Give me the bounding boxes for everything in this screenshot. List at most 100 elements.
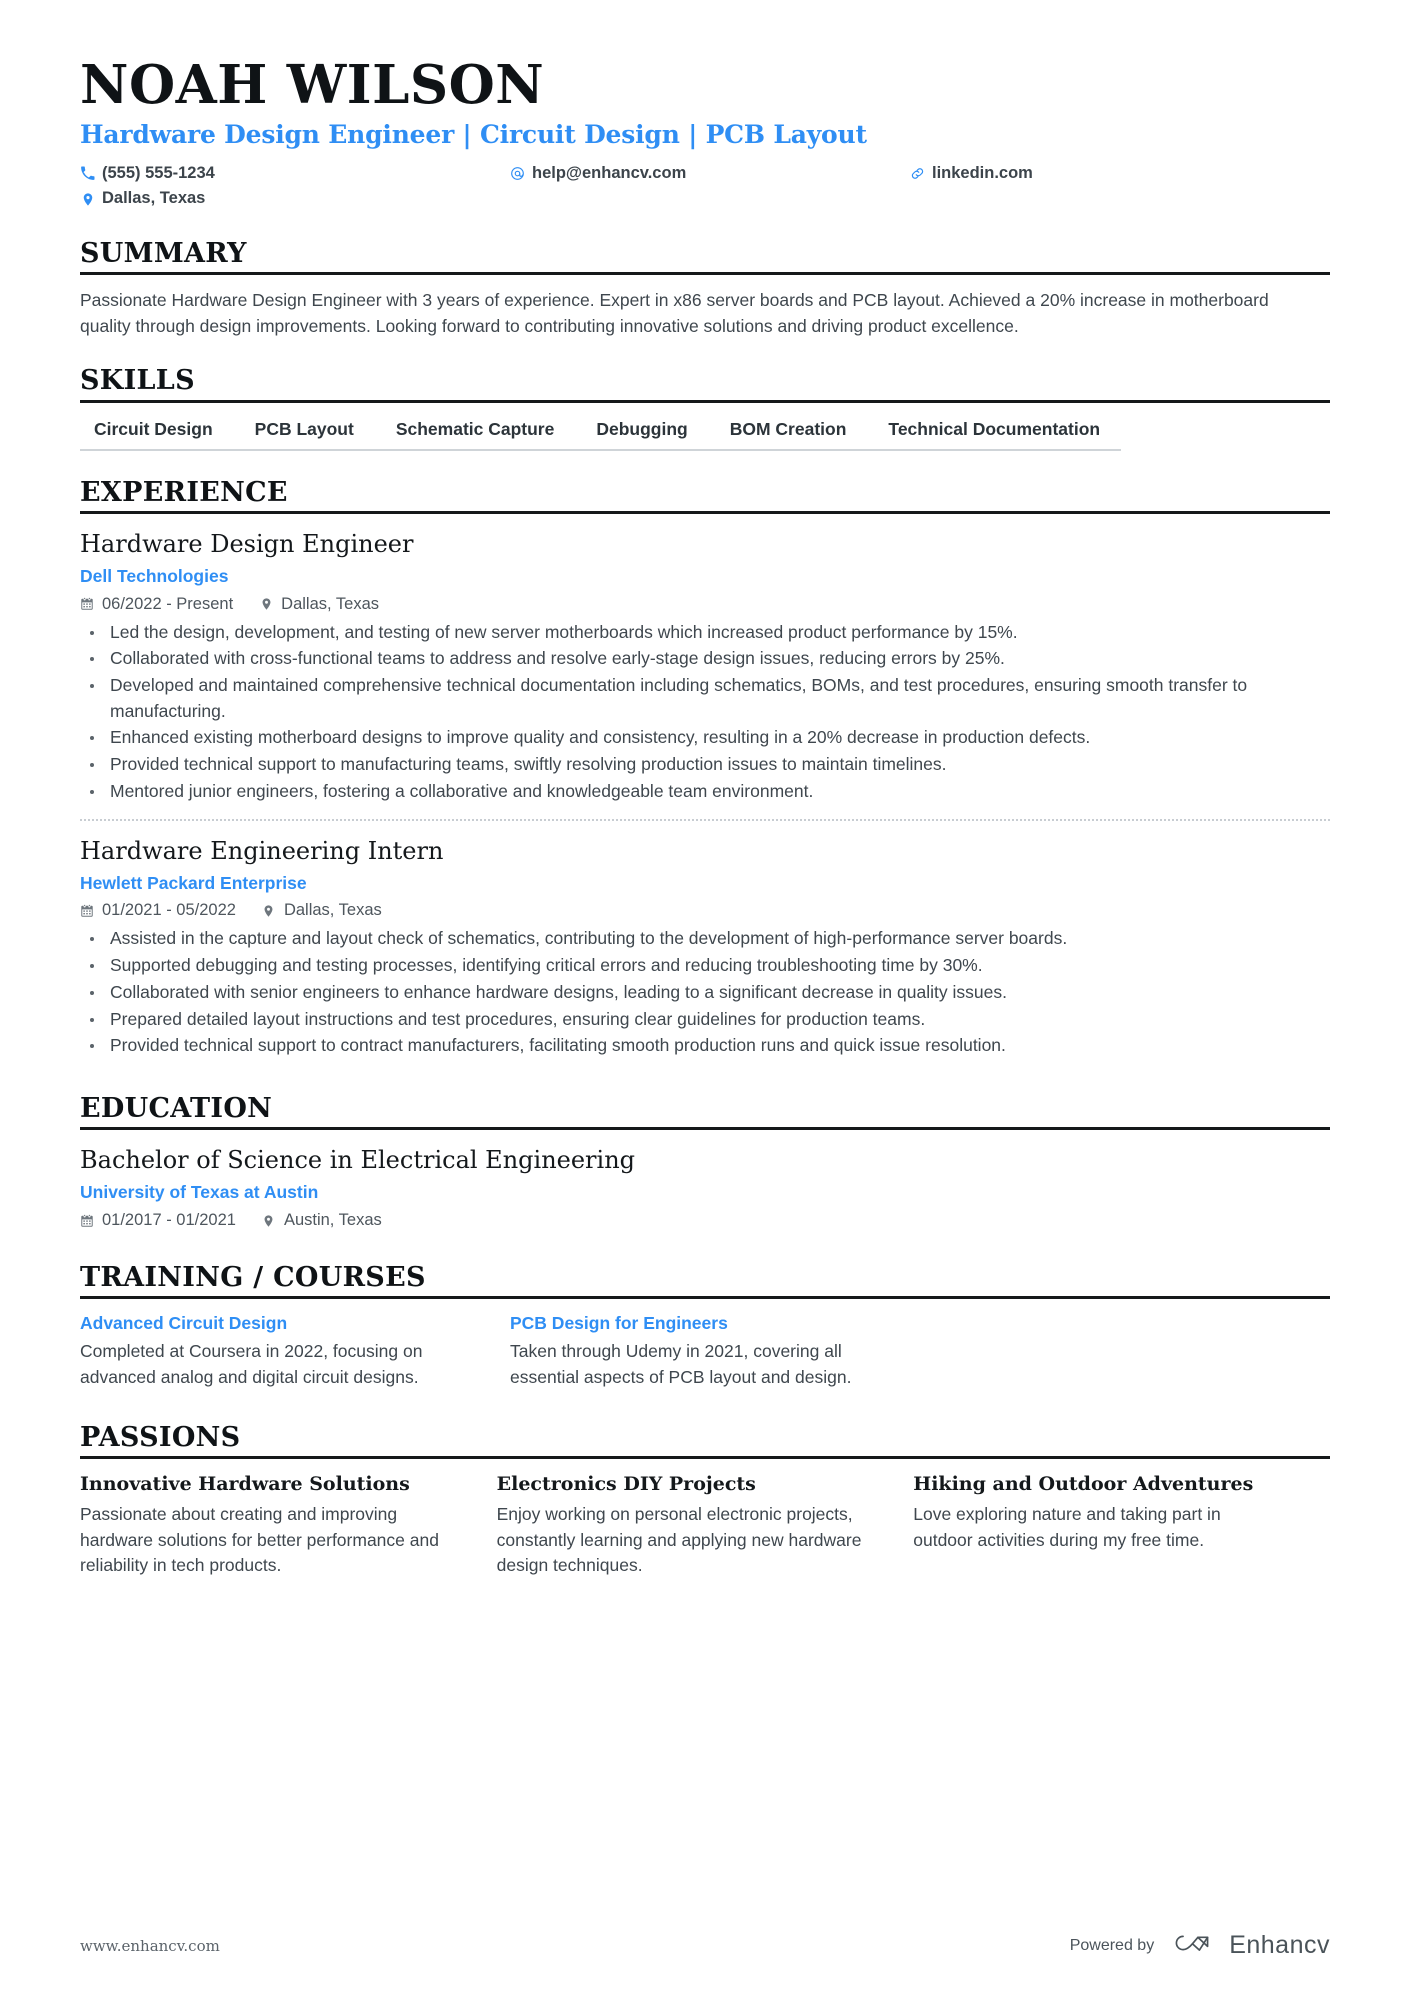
bullet-item: Mentored junior engineers, fostering a c…	[80, 779, 1330, 805]
section-divider	[80, 272, 1330, 276]
professional-headline: Hardware Design Engineer | Circuit Desig…	[80, 120, 867, 150]
skill-item: PCB Layout	[233, 416, 375, 451]
section-divider	[80, 399, 1330, 403]
education-dates: 01/2017 - 01/2021	[80, 1211, 236, 1230]
entry-meta: 01/2021 - 05/2022 Dallas, Texas	[80, 901, 1330, 920]
school-name[interactable]: University of Texas at Austin	[80, 1181, 1330, 1204]
company-name[interactable]: Dell Technologies	[80, 565, 1330, 588]
section-title-skills: SKILLS	[80, 365, 195, 397]
passion-name: Innovative Hardware Solutions	[80, 1473, 410, 1496]
job-location-text: Dallas, Texas	[281, 594, 379, 613]
company-name[interactable]: Hewlett Packard Enterprise	[80, 872, 1330, 895]
job-dates: 06/2022 - Present	[80, 595, 233, 614]
section-title-passions: PASSIONS	[80, 1422, 241, 1454]
course-description: Taken through Udemy in 2021, covering al…	[510, 1340, 852, 1387]
enhancv-logo: Enhancv	[1172, 1930, 1330, 1961]
section-title-education: EDUCATION	[80, 1093, 273, 1125]
footer-website[interactable]: www.enhancv.com	[80, 1937, 220, 1955]
section-training: TRAINING / COURSES Advanced Circuit Desi…	[80, 1262, 1330, 1390]
skill-item: Debugging	[575, 416, 709, 451]
section-divider	[80, 1296, 1330, 1300]
job-title: Hardware Engineering Intern	[80, 836, 444, 865]
bullet-item: Collaborated with senior engineers to en…	[80, 980, 1330, 1006]
passion-description: Enjoy working on personal electronic pro…	[496, 1504, 862, 1576]
entry-meta: 06/2022 - Present Dallas, Texas	[80, 595, 1330, 614]
section-title-summary: SUMMARY	[80, 237, 247, 269]
calendar-icon	[80, 1213, 94, 1228]
link-icon	[910, 166, 925, 182]
location-pin-icon	[259, 597, 273, 612]
contact-location-text: Dallas, Texas	[102, 189, 206, 208]
passion-item: Hiking and Outdoor Adventures Love explo…	[913, 1472, 1330, 1579]
email-icon	[510, 166, 525, 182]
section-title-training: TRAINING / COURSES	[80, 1262, 426, 1294]
footer-brand: Powered by Enhancv	[1070, 1930, 1330, 1961]
education-dates-text: 01/2017 - 01/2021	[102, 1211, 236, 1230]
contact-location: Dallas, Texas	[80, 186, 510, 212]
passion-description: Love exploring nature and taking part in…	[913, 1504, 1221, 1550]
bullet-item: Led the design, development, and testing…	[80, 620, 1330, 646]
entry-separator	[80, 818, 1330, 821]
skills-list: Circuit Design PCB Layout Schematic Capt…	[80, 416, 1330, 451]
contact-email-text: help@enhancv.com	[532, 163, 687, 182]
section-skills: SKILLS Circuit Design PCB Layout Schemat…	[80, 365, 1330, 451]
job-bullets: Led the design, development, and testing…	[80, 620, 1330, 805]
bullet-item: Prepared detailed layout instructions an…	[80, 1007, 1330, 1033]
job-dates: 01/2021 - 05/2022	[80, 901, 236, 920]
contact-phone-text: (555) 555-1234	[102, 163, 215, 182]
contact-email[interactable]: help@enhancv.com	[510, 161, 910, 187]
contact-info: (555) 555-1234 help@enhancv.com linkedin…	[80, 161, 1330, 212]
passion-description: Passionate about creating and improving …	[80, 1504, 439, 1576]
enhancv-mark-icon	[1172, 1930, 1218, 1961]
education-location-text: Austin, Texas	[283, 1211, 382, 1230]
job-location: Dallas, Texas	[262, 901, 382, 920]
entry-meta: 01/2017 - 01/2021 Austin, Texas	[80, 1211, 1330, 1230]
course-name[interactable]: PCB Design for Engineers	[510, 1312, 895, 1335]
skill-item: Schematic Capture	[374, 416, 576, 451]
contact-phone[interactable]: (555) 555-1234	[80, 161, 510, 187]
education-location: Austin, Texas	[262, 1211, 382, 1230]
location-pin-icon	[80, 191, 95, 207]
degree-title: Bachelor of Science in Electrical Engine…	[80, 1146, 636, 1175]
phone-icon	[80, 166, 95, 182]
skill-item: Circuit Design	[80, 416, 234, 451]
passion-item: Electronics DIY Projects Enjoy working o…	[497, 1472, 914, 1579]
contact-linkedin[interactable]: linkedin.com	[910, 161, 1033, 187]
enhancv-wordmark: Enhancv	[1229, 1931, 1330, 1959]
course-name[interactable]: Advanced Circuit Design	[80, 1312, 465, 1335]
location-pin-icon	[262, 903, 276, 918]
contact-row-secondary: Dallas, Texas	[80, 186, 1330, 212]
job-dates-text: 01/2021 - 05/2022	[102, 901, 236, 920]
powered-by-label: Powered by	[1069, 1936, 1155, 1954]
bullet-item: Enhanced existing motherboard designs to…	[80, 725, 1330, 751]
course-item: Advanced Circuit Design Completed at Cou…	[80, 1312, 510, 1390]
section-education: EDUCATION Bachelor of Science in Electri…	[80, 1093, 1330, 1230]
page-title: NOAH WILSON	[80, 54, 545, 116]
courses-list: Advanced Circuit Design Completed at Cou…	[80, 1312, 1330, 1390]
course-description: Completed at Coursera in 2022, focusing …	[80, 1340, 423, 1387]
bullet-item: Supported debugging and testing processe…	[80, 953, 1330, 979]
resume-page: NOAH WILSON Hardware Design Engineer | C…	[0, 0, 1410, 1995]
contact-linkedin-text: linkedin.com	[932, 163, 1033, 182]
passion-name: Electronics DIY Projects	[496, 1473, 756, 1496]
section-title-experience: EXPERIENCE	[80, 476, 288, 508]
section-passions: PASSIONS Innovative Hardware Solutions P…	[80, 1422, 1330, 1579]
bullet-item: Provided technical support to contract m…	[80, 1033, 1330, 1059]
job-location: Dallas, Texas	[259, 595, 379, 614]
contact-row-primary: (555) 555-1234 help@enhancv.com linkedin…	[80, 161, 1330, 187]
skill-item: Technical Documentation	[867, 416, 1122, 451]
calendar-icon	[80, 903, 94, 918]
section-experience: EXPERIENCE Hardware Design Engineer Dell…	[80, 477, 1330, 1060]
job-dates-text: 06/2022 - Present	[102, 594, 234, 613]
job-title: Hardware Design Engineer	[80, 529, 414, 558]
education-entry: Bachelor of Science in Electrical Engine…	[80, 1143, 1330, 1230]
location-pin-icon	[262, 1213, 276, 1228]
passions-list: Innovative Hardware Solutions Passionate…	[80, 1472, 1330, 1579]
section-divider	[80, 1127, 1330, 1131]
summary-text: Passionate Hardware Design Engineer with…	[80, 290, 1269, 336]
bullet-item: Developed and maintained comprehensive t…	[80, 673, 1330, 724]
passion-item: Innovative Hardware Solutions Passionate…	[80, 1472, 497, 1579]
job-location-text: Dallas, Texas	[283, 901, 382, 920]
calendar-icon	[80, 597, 94, 612]
experience-entry: Hardware Design Engineer Dell Technologi…	[80, 527, 1330, 805]
